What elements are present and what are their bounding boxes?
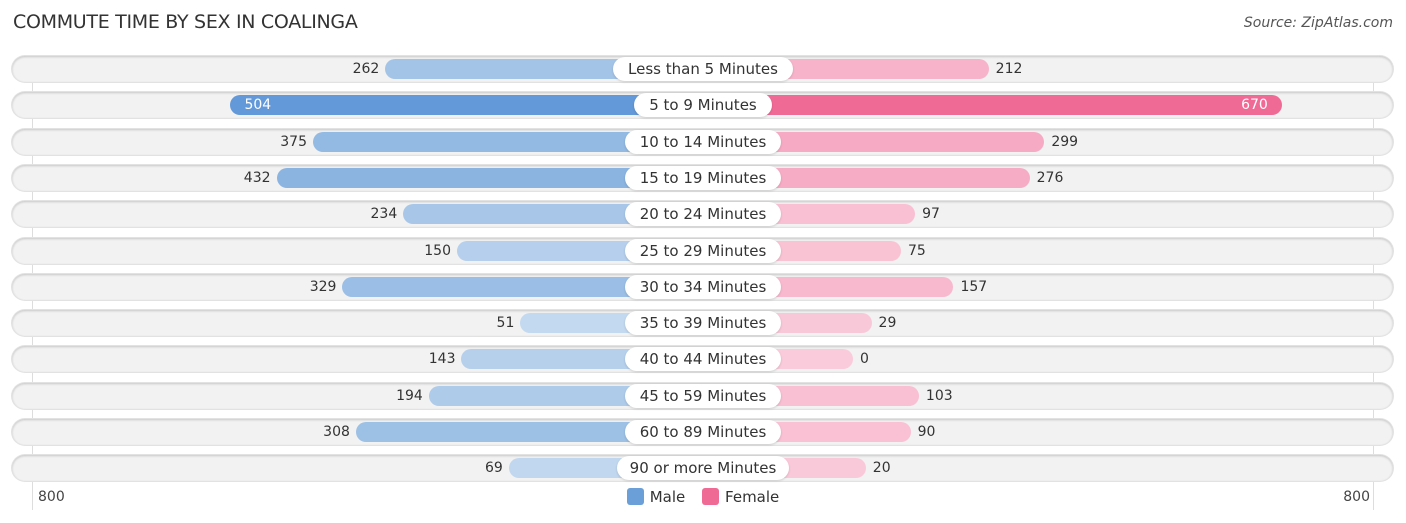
- legend-swatch-male: [626, 488, 644, 505]
- value-label-male: 375: [280, 133, 307, 150]
- legend-swatch-female: [702, 488, 720, 505]
- category-label: 10 to 14 Minutes: [625, 129, 781, 154]
- category-label: 30 to 34 Minutes: [625, 274, 781, 299]
- category-label: 15 to 19 Minutes: [625, 165, 781, 190]
- value-label-female: 97: [922, 206, 940, 223]
- value-label-female: 29: [878, 315, 897, 332]
- value-label-female: 0: [860, 351, 869, 368]
- value-label-male: 329: [309, 278, 337, 295]
- category-label: 40 to 44 Minutes: [625, 347, 781, 372]
- chart-title: COMMUTE TIME BY SEX IN COALINGA: [13, 11, 358, 33]
- value-label-female: 20: [872, 460, 891, 477]
- category-label: 45 to 59 Minutes: [625, 383, 781, 408]
- value-label-male: 234: [370, 206, 398, 223]
- value-label-male: 432: [243, 169, 271, 186]
- legend-label-male: Male: [649, 488, 686, 506]
- value-label-male: 262: [352, 61, 380, 77]
- value-label-female: 90: [917, 424, 936, 440]
- category-label: Less than 5 Minutes: [613, 57, 793, 81]
- category-label: 5 to 9 Minutes: [633, 93, 773, 118]
- value-label-female: 75: [908, 242, 926, 259]
- value-label-male: 51: [496, 315, 515, 332]
- chart-source: Source: ZipAtlas.com: [1243, 15, 1393, 31]
- value-label-male: 308: [323, 424, 350, 440]
- legend-item-male[interactable]: Male: [626, 488, 686, 506]
- value-label-female: 670: [1241, 97, 1268, 114]
- value-label-male: 143: [428, 351, 456, 368]
- value-label-female: 157: [960, 278, 988, 295]
- category-label: 25 to 29 Minutes: [625, 238, 781, 263]
- value-label-female: 212: [995, 61, 1023, 77]
- category-label: 90 or more Minutes: [617, 456, 789, 481]
- value-label-male: 150: [424, 242, 451, 259]
- value-label-male: 69: [485, 460, 503, 477]
- category-label: 20 to 24 Minutes: [625, 202, 781, 227]
- category-label: 35 to 39 Minutes: [625, 311, 781, 336]
- value-label-female: 299: [1051, 133, 1079, 150]
- value-label-male: 194: [396, 387, 423, 404]
- legend: Male Female: [0, 488, 1406, 506]
- value-label-male: 504: [244, 97, 272, 114]
- legend-label-female: Female: [725, 488, 780, 506]
- value-label-female: 276: [1036, 169, 1064, 186]
- value-label-female: 103: [925, 387, 953, 404]
- chart-root: COMMUTE TIME BY SEX IN COALINGA Source: …: [0, 0, 1406, 523]
- bar-female[interactable]: [703, 95, 1282, 116]
- legend-item-female[interactable]: Female: [702, 488, 779, 506]
- category-label: 60 to 89 Minutes: [625, 420, 781, 444]
- bar-male[interactable]: [230, 95, 703, 116]
